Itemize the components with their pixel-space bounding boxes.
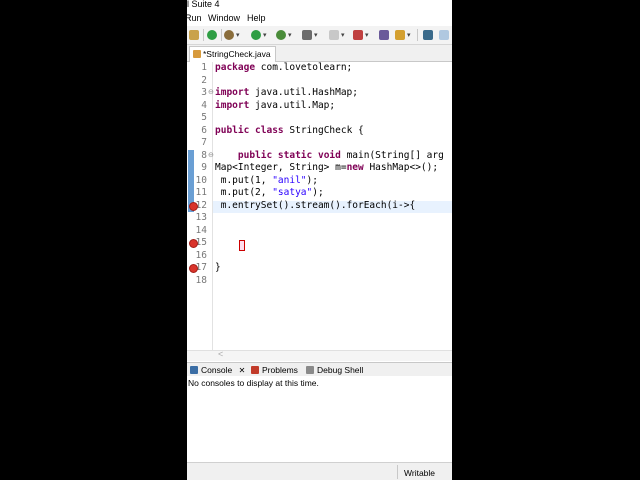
menu-window[interactable]: Window <box>208 13 240 23</box>
line-number: 7 <box>201 137 207 148</box>
keyword-token: import <box>215 87 256 98</box>
title-bar: l Suite 4 <box>187 0 452 11</box>
line-number: 14 <box>195 224 207 236</box>
keyword-token: new <box>346 162 370 173</box>
error-marker-icon[interactable] <box>189 201 198 211</box>
run-icon[interactable] <box>251 30 261 40</box>
code-token: Map<Integer, String> m= <box>215 162 347 173</box>
line-number: 9 <box>201 162 207 173</box>
tab-debug-shell-label: Debug Shell <box>317 365 364 375</box>
run-ext-icon[interactable] <box>276 30 286 40</box>
tab-problems-label: Problems <box>262 365 298 375</box>
status-writable: Writable <box>404 468 436 478</box>
line-number: 4 <box>201 99 207 111</box>
code-line: m.entrySet().stream().forEach(i->{ <box>215 200 415 213</box>
toolbar: ▾ ▾ ▾ ▾ ▾ ▾ ▾ <box>187 26 452 45</box>
line-number: 5 <box>201 112 207 123</box>
keyword-token: static <box>277 149 318 161</box>
menu-run[interactable]: Run <box>187 13 202 23</box>
code-token: m.put(2, <box>215 187 273 198</box>
scroll-left-icon[interactable]: < <box>218 349 223 359</box>
error-marker-icon[interactable] <box>189 239 198 248</box>
line-number: 8 <box>201 149 207 161</box>
menu-help[interactable]: Help <box>247 13 266 23</box>
keyword-token: public <box>215 149 278 161</box>
code-token: m.put(1, <box>215 174 273 186</box>
keyword-token: package <box>215 62 261 73</box>
code-line: public static void main(String[] arg <box>215 150 444 163</box>
line-number: 18 <box>195 274 207 286</box>
sync-icon[interactable] <box>189 30 199 40</box>
code-editor[interactable]: 1 package com.lovetolearn; 2 3 import java.u… <box>187 62 452 350</box>
line-number: 11 <box>195 187 207 198</box>
code-line: m.put(1, "anil"); <box>215 175 318 188</box>
line-number: 13 <box>195 212 207 223</box>
menu-bar: Run Window Help <box>187 11 452 26</box>
close-icon[interactable]: ✕ <box>239 366 246 375</box>
code-token: ); <box>312 187 324 198</box>
line-number: 2 <box>201 74 207 86</box>
console-message: No consoles to display at this time. <box>188 378 319 388</box>
text-cursor-marker <box>239 240 245 251</box>
line-number: 6 <box>201 124 207 136</box>
search-icon[interactable] <box>379 30 389 40</box>
stop-icon[interactable] <box>207 30 217 40</box>
code-token: java.util.Map; <box>255 99 336 111</box>
console-icon <box>190 366 198 374</box>
string-token: "anil" <box>272 174 307 186</box>
fold-toggle-icon[interactable]: ⊖ <box>208 151 214 159</box>
code-line: public class StringCheck { <box>215 125 364 138</box>
line-number: 3 <box>201 87 207 98</box>
code-token: main(String[] arg <box>346 149 444 161</box>
editor-tab-bar: *StringCheck.java <box>187 45 452 62</box>
new-icon[interactable] <box>302 30 312 40</box>
line-number: 16 <box>195 249 207 261</box>
editor-tab-stringcheck[interactable]: *StringCheck.java <box>189 46 276 62</box>
package-icon[interactable] <box>353 30 363 40</box>
window-title: l Suite 4 <box>187 0 220 9</box>
code-token: ); <box>306 174 318 186</box>
tab-console-label: Console <box>201 365 233 375</box>
problems-icon <box>251 366 259 374</box>
code-line: import java.util.HashMap; <box>215 87 358 100</box>
pin-icon[interactable] <box>395 30 405 40</box>
debug-icon[interactable] <box>224 30 234 40</box>
edit-icon[interactable] <box>423 30 433 40</box>
keyword-token: import <box>215 99 256 111</box>
perspective-icon[interactable] <box>439 30 449 40</box>
code-line: } <box>215 262 221 275</box>
horizontal-scrollbar[interactable]: < <box>187 349 452 361</box>
keyword-token: class <box>255 124 290 136</box>
keyword-token: public <box>215 124 256 136</box>
error-marker-icon[interactable] <box>189 264 198 273</box>
code-token: StringCheck { <box>289 124 364 136</box>
code-token: HashMap<>(); <box>369 162 439 173</box>
code-token: java.util.HashMap; <box>255 87 358 98</box>
line-number: 1 <box>201 62 207 73</box>
line-number: 10 <box>195 174 207 186</box>
coverage-icon[interactable] <box>329 30 339 40</box>
ide-window: l Suite 4 Run Window Help ▾ ▾ ▾ ▾ ▾ ▾ ▾ … <box>187 0 452 480</box>
code-line: Map<Integer, String> m=new HashMap<>(); <box>215 162 438 175</box>
string-token: "satya" <box>272 187 313 198</box>
code-token: } <box>215 262 221 273</box>
code-line: import java.util.Map; <box>215 100 335 113</box>
code-line: package com.lovetolearn; <box>215 62 352 75</box>
editor-tab-label: *StringCheck.java <box>203 49 271 59</box>
keyword-token: void <box>317 149 347 161</box>
code-token: com.lovetolearn; <box>260 62 353 73</box>
debug-shell-icon <box>306 366 314 374</box>
fold-toggle-icon[interactable]: ⊖ <box>208 88 214 96</box>
status-bar: Writable <box>187 462 452 480</box>
code-line: m.put(2, "satya"); <box>215 187 324 200</box>
console-panel[interactable] <box>187 376 452 460</box>
code-token: m.entrySet().stream().forEach(i->{ <box>215 199 416 211</box>
java-file-icon <box>193 50 201 58</box>
